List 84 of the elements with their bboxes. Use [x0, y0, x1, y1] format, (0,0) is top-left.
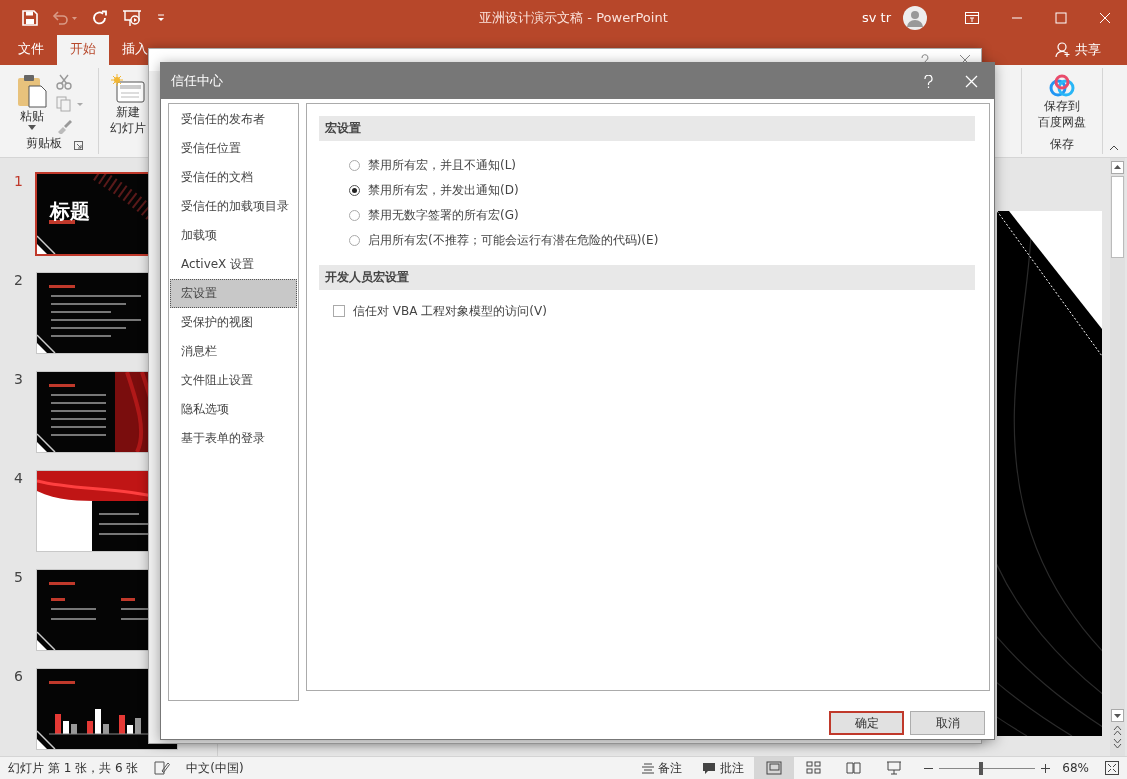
category-item[interactable]: 受保护的视图 — [170, 308, 297, 337]
grid-view-icon[interactable] — [806, 761, 823, 775]
slide-number: 2 — [13, 272, 24, 288]
radio-button[interactable] — [349, 160, 360, 171]
dialog-title: 信任中心 — [171, 72, 223, 90]
category-item[interactable]: 基于表单的登录 — [170, 424, 297, 453]
notes-icon — [642, 762, 655, 774]
comments-button[interactable]: 批注 — [692, 759, 755, 777]
category-item[interactable]: 隐私选项 — [170, 395, 297, 424]
slide-number: 3 — [13, 371, 24, 387]
radio-button[interactable] — [349, 235, 360, 246]
slide-number: 5 — [13, 569, 24, 585]
view-button[interactable] — [754, 757, 795, 779]
user-name[interactable]: sv tr — [861, 10, 891, 25]
save-icon[interactable] — [22, 9, 38, 26]
category-item[interactable]: 受信任位置 — [170, 134, 297, 163]
option-label: 禁用所有宏，并且不通知(L) — [368, 157, 517, 174]
zoom-in-icon[interactable] — [1041, 763, 1051, 773]
option-label: 禁用所有宏，并发出通知(D) — [368, 182, 519, 199]
next-slide-icon[interactable] — [1111, 738, 1124, 750]
radio-button[interactable] — [349, 185, 360, 196]
maximize-icon[interactable] — [1055, 11, 1067, 24]
section-heading: 开发人员宏设置 — [319, 265, 975, 290]
fit-window-icon[interactable] — [1105, 761, 1119, 775]
avatar-icon[interactable] — [903, 5, 927, 30]
dialog-launcher-icon[interactable] — [73, 141, 83, 150]
brush-icon[interactable] — [56, 118, 72, 134]
normal-view-icon[interactable] — [766, 761, 783, 775]
category-item[interactable]: 加载项 — [170, 221, 297, 250]
scrollbar[interactable] — [1110, 158, 1125, 756]
radio-button[interactable] — [349, 210, 360, 221]
category-item[interactable]: 受信任的加载项目录 — [170, 192, 297, 221]
category-item[interactable]: 宏设置 — [170, 279, 297, 308]
undo-icon — [52, 9, 78, 26]
person-add-icon[interactable] — [1055, 42, 1071, 58]
scroll-thumb[interactable] — [1111, 176, 1124, 258]
checkbox[interactable] — [333, 305, 345, 317]
option-label: 信任对 VBA 工程对象模型的访问(V) — [353, 302, 547, 320]
share-button[interactable]: 共享 — [1075, 41, 1101, 59]
slide-number: 6 — [13, 668, 24, 684]
category-item[interactable]: ActiveX 设置 — [170, 250, 297, 279]
category-item[interactable]: 受信任的发布者 — [170, 105, 297, 134]
ok-button[interactable]: 确定 — [829, 711, 904, 735]
category-item[interactable]: 受信任的文档 — [170, 163, 297, 192]
caret-icon[interactable] — [28, 125, 36, 130]
redo-icon[interactable] — [92, 9, 108, 26]
cloud-icon — [1047, 74, 1077, 98]
section-heading: 宏设置 — [319, 116, 975, 141]
scissors-icon[interactable] — [56, 74, 72, 90]
language-indicator[interactable]: 中文(中国) — [178, 759, 252, 777]
slide-count: 幻灯片 第 1 张，共 6 张 — [7, 759, 140, 777]
ribbon-tab[interactable]: 开始 — [57, 35, 109, 65]
save-to-cloud-button[interactable]: 保存到 百度网盘 — [1035, 72, 1089, 132]
slideshow-icon[interactable] — [886, 761, 903, 775]
scroll-down-icon[interactable] — [1111, 709, 1124, 722]
slide-sparkle-icon — [111, 74, 145, 104]
option-label: 禁用无数字签署的所有宏(G) — [368, 207, 519, 224]
spelling-check-icon[interactable] — [154, 761, 171, 775]
category-item[interactable]: 文件阻止设置 — [170, 366, 297, 395]
collapse-icon[interactable] — [1109, 145, 1119, 151]
zoom-level[interactable]: 68% — [1050, 761, 1097, 775]
cancel-button[interactable]: 取消 — [910, 711, 985, 735]
notes-button[interactable]: 备注 — [632, 759, 693, 777]
slide-number: 4 — [13, 470, 24, 486]
book-view-icon[interactable] — [846, 761, 863, 775]
help-icon[interactable] — [924, 74, 933, 88]
comment-icon — [702, 762, 717, 774]
zoom-slider-thumb[interactable] — [978, 761, 983, 775]
presentation-icon[interactable] — [122, 8, 142, 27]
paste-button[interactable]: 粘贴 — [14, 72, 50, 135]
caret-icon[interactable] — [156, 12, 166, 23]
clipboard-icon — [17, 74, 47, 108]
scroll-up-icon[interactable] — [1111, 161, 1124, 174]
ribbon-display-icon[interactable] — [965, 11, 979, 24]
window-title: 亚洲设计演示文稿 - PowerPoint — [478, 8, 669, 27]
group-label: 剪贴板 — [25, 135, 62, 152]
option-label: 启用所有宏(不推荐；可能会运行有潜在危险的代码)(E) — [368, 232, 659, 249]
ribbon-tab[interactable]: 文件 — [0, 35, 57, 65]
category-item[interactable]: 消息栏 — [170, 337, 297, 366]
new-slide-button[interactable]: 新建 幻灯片 — [107, 72, 149, 138]
slide-number: 1 — [13, 173, 24, 189]
slide-title: 标题 — [50, 199, 90, 223]
previous-slide-icon[interactable] — [1111, 724, 1124, 736]
group-label: 保存 — [1050, 136, 1074, 153]
